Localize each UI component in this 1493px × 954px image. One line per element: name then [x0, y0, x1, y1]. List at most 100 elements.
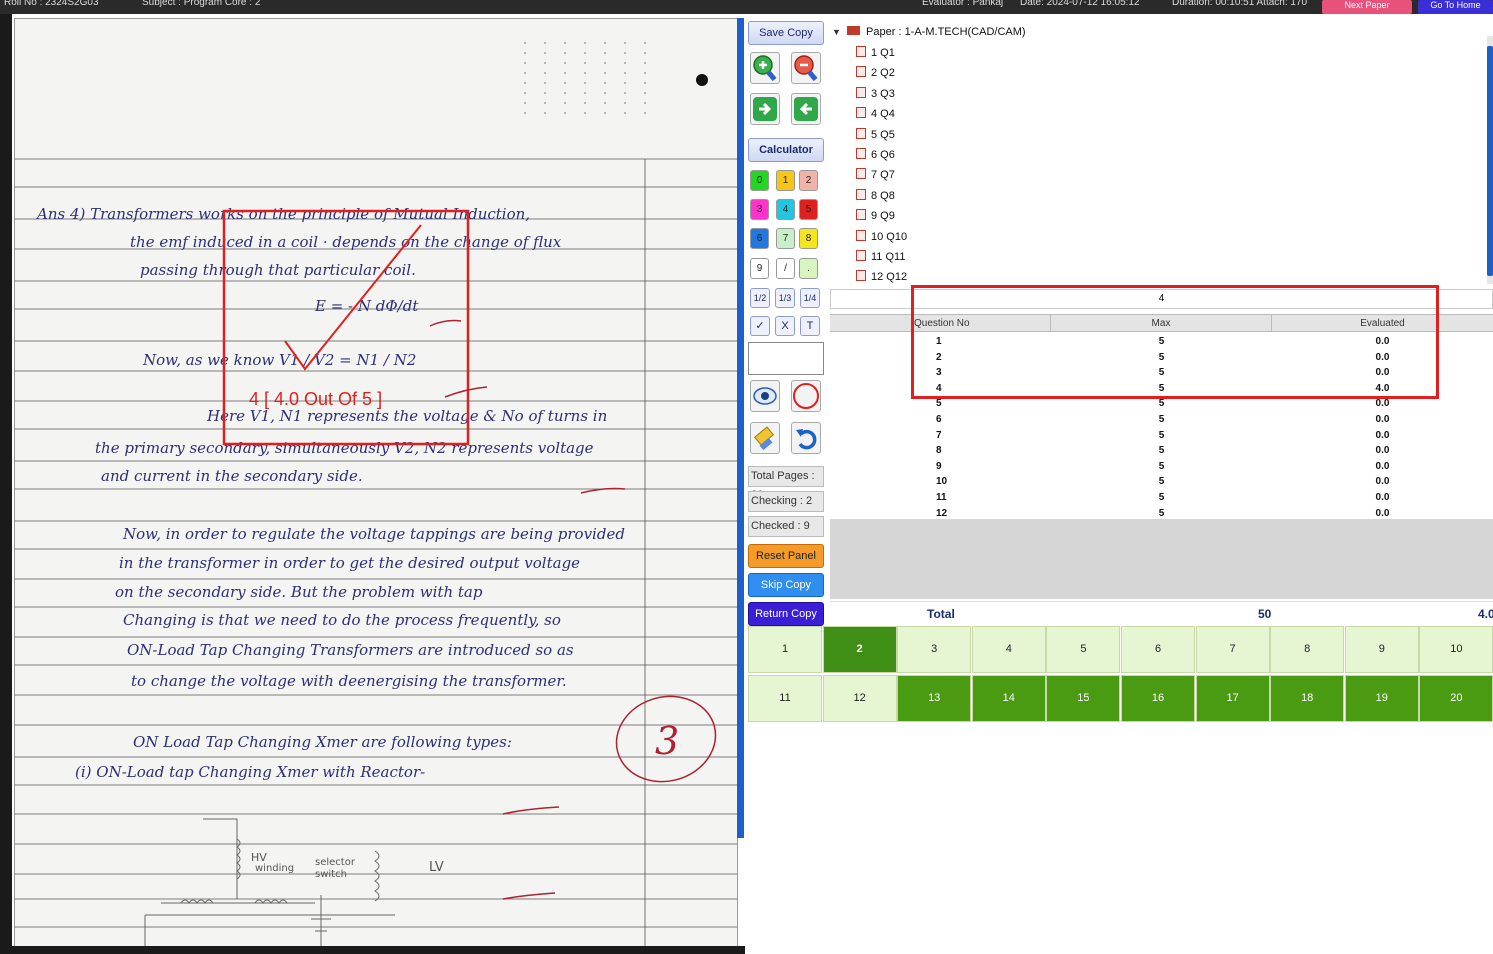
numpad-key[interactable]: 7: [776, 228, 795, 249]
page-cell[interactable]: 17: [1195, 675, 1270, 722]
tree-item-question[interactable]: 4 Q4: [856, 105, 895, 123]
cell-max: 5: [1158, 429, 1165, 441]
tree-item-label: 3 Q3: [871, 87, 895, 100]
calculator-button[interactable]: Calculator: [748, 138, 824, 162]
page-cell[interactable]: 1: [748, 626, 822, 673]
numpad-key[interactable]: 1: [776, 170, 795, 191]
zoom-in-button[interactable]: [750, 52, 780, 84]
handwriting-line: the primary secondary, simultaneously V2…: [95, 439, 594, 457]
page-cell[interactable]: 7: [1195, 626, 1270, 673]
zoom-out-button[interactable]: [791, 52, 821, 84]
table-row[interactable]: 10 5 0.0: [830, 474, 1493, 490]
next-paper-button[interactable]: Next Paper: [1322, 0, 1412, 14]
document-icon: [856, 188, 866, 200]
page-cell[interactable]: 3: [897, 626, 972, 673]
numpad-key[interactable]: 9: [750, 258, 769, 279]
tree-root[interactable]: ▼ Paper : 1-A-M.TECH(CAD/CAM): [832, 23, 1026, 41]
page-cell[interactable]: 15: [1046, 675, 1121, 722]
tree-item-question[interactable]: 8 Q8: [856, 187, 895, 205]
answer-sheet-page[interactable]: Ans 4) Transformers works on the princip…: [14, 18, 738, 950]
numpad-key[interactable]: 2: [799, 170, 818, 191]
page-cell[interactable]: 2: [822, 626, 897, 673]
tree-item-question[interactable]: 10 Q10: [856, 228, 907, 246]
page-cell[interactable]: 9: [1344, 626, 1419, 673]
table-row[interactable]: 11 5 0.0: [830, 490, 1493, 506]
mark-key[interactable]: ✓: [750, 316, 770, 336]
numpad-key[interactable]: 5: [799, 199, 818, 220]
numpad-key[interactable]: 3: [750, 199, 769, 220]
subject-label: Subject : Program Core : 2: [142, 0, 261, 8]
numpad-key[interactable]: 8: [799, 228, 818, 249]
numpad-key[interactable]: 6: [750, 228, 769, 249]
tree-item-question[interactable]: 3 Q3: [856, 85, 895, 103]
home-button[interactable]: Go To Home: [1418, 0, 1493, 14]
reset-panel-button[interactable]: Reset Panel: [748, 544, 824, 568]
page-cell[interactable]: 8: [1270, 626, 1345, 673]
cell-max: 5: [1158, 476, 1165, 488]
undo-button[interactable]: [791, 422, 821, 454]
eye-icon: [753, 387, 777, 405]
fraction-key[interactable]: 1/3: [775, 288, 795, 308]
highlight-box: [911, 285, 1439, 399]
page-cell[interactable]: 13: [897, 675, 972, 722]
tree-item-question[interactable]: 5 Q5: [856, 126, 895, 144]
tree-item-question[interactable]: 1 Q1: [856, 44, 895, 62]
total-label: Total: [927, 607, 955, 621]
page-cell[interactable]: 4: [971, 626, 1046, 673]
page-cell[interactable]: 10: [1419, 626, 1493, 673]
next-page-button[interactable]: [750, 93, 780, 125]
numpad-key[interactable]: /: [776, 258, 795, 279]
tree-item-question[interactable]: 11 Q11: [856, 248, 905, 266]
cell-max: 5: [1158, 460, 1165, 472]
fraction-key[interactable]: 1/2: [750, 288, 770, 308]
page-cell[interactable]: 16: [1121, 675, 1195, 722]
handwriting-line: ON Load Tap Changing Xmer are following …: [133, 733, 512, 751]
handwriting-line: Changing is that we need to do the proce…: [123, 611, 561, 629]
page-cell[interactable]: 5: [1046, 626, 1121, 673]
circle-tool-button[interactable]: [791, 380, 821, 412]
mark-key[interactable]: T: [800, 316, 820, 336]
save-copy-button[interactable]: Save Copy: [748, 21, 824, 45]
total-row: Total 50 4.0: [830, 601, 1493, 625]
previous-page-button[interactable]: [791, 93, 821, 125]
duration-label: Duration: 00:10:51 Attach: 170: [1172, 0, 1308, 8]
table-row[interactable]: 6 5 0.0: [830, 412, 1493, 428]
tree-item-question[interactable]: 12 Q12: [856, 268, 907, 285]
skip-copy-button[interactable]: Skip Copy: [748, 573, 824, 597]
handwriting-line: to change the voltage with deenergising …: [131, 672, 567, 690]
mark-input[interactable]: [748, 342, 824, 375]
view-button[interactable]: [750, 380, 780, 412]
tree-item-question[interactable]: 6 Q6: [856, 146, 895, 164]
fraction-key[interactable]: 1/4: [800, 288, 820, 308]
mark-key[interactable]: X: [775, 316, 795, 336]
page-cell[interactable]: 19: [1344, 675, 1419, 722]
evaluation-app: Roll No : 2324S2G03 Subject : Program Co…: [0, 0, 1493, 954]
arrow-right-icon: [753, 97, 777, 121]
page-cell[interactable]: 12: [822, 675, 897, 722]
tree-item-question[interactable]: 2 Q2: [856, 64, 895, 82]
return-copy-button[interactable]: Return Copy: [748, 602, 824, 626]
table-row[interactable]: 9 5 0.0: [830, 459, 1493, 475]
total-pages-label: Total Pages : 20: [748, 466, 824, 501]
cell-question-no: 7: [936, 429, 942, 441]
numpad-key[interactable]: 4: [776, 199, 795, 220]
page-cell[interactable]: 20: [1419, 675, 1493, 722]
tree-item-question[interactable]: 9 Q9: [856, 207, 895, 225]
cell-evaluated: 0.0: [1375, 460, 1390, 472]
page-cell[interactable]: 14: [971, 675, 1046, 722]
page-cell[interactable]: 6: [1121, 626, 1195, 673]
table-row[interactable]: 8 5 0.0: [830, 443, 1493, 459]
tree-scroll-thumb[interactable]: [1487, 46, 1493, 276]
tree-scrollbar[interactable]: [1487, 36, 1493, 284]
table-row[interactable]: 7 5 0.0: [830, 428, 1493, 444]
handwriting-line: ON-Load Tap Changing Transformers are in…: [127, 641, 574, 659]
tree-item-label: 5 Q5: [871, 128, 895, 141]
numpad-key[interactable]: 0: [750, 170, 769, 191]
collapse-arrow-icon: ▼: [832, 27, 841, 37]
numpad-key[interactable]: .: [799, 258, 818, 279]
page-cell[interactable]: 11: [748, 675, 822, 722]
eraser-button[interactable]: [750, 422, 780, 454]
tree-item-question[interactable]: 7 Q7: [856, 166, 895, 184]
page-vertical-scrollbar[interactable]: [737, 18, 744, 838]
page-cell[interactable]: 18: [1270, 675, 1345, 722]
